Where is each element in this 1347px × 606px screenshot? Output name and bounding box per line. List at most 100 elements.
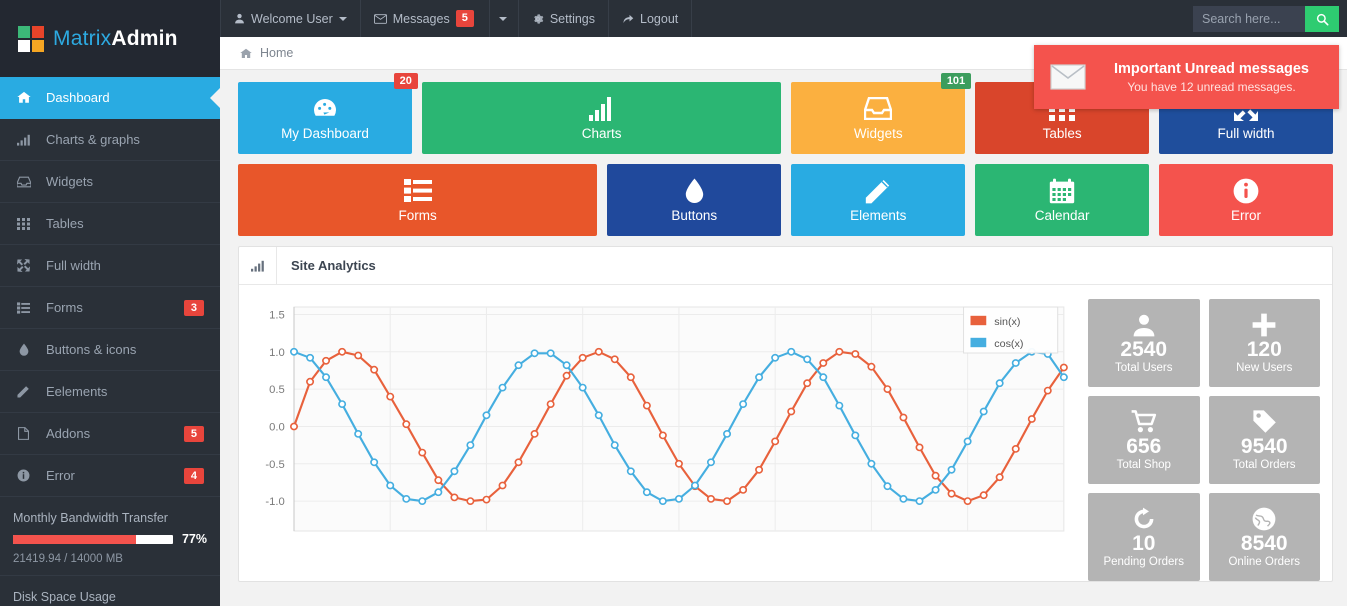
tile-label: Buttons: [671, 208, 718, 223]
sidebar-item-buttons-icons[interactable]: Buttons & icons: [0, 329, 220, 371]
nav-logout[interactable]: Logout: [609, 0, 693, 37]
droplet-icon: [16, 343, 31, 356]
sidebar-item-charts-graphs[interactable]: Charts & graphs: [0, 119, 220, 161]
tile-calendar[interactable]: Calendar: [975, 164, 1150, 236]
sidebar-item-error[interactable]: Error 4: [0, 455, 220, 497]
sidebar-item-label: Tables: [46, 216, 84, 231]
tile-widgets[interactable]: Widgets 101: [791, 73, 972, 154]
search-icon: [1316, 13, 1329, 26]
stat-cards: 2540 Total Users 120 New Users 656 Total Shop…: [1070, 299, 1320, 581]
nav-messages-label: Messages: [392, 11, 450, 26]
top-navbar: MatrixAdmin Welcome User Messages 5 Sett…: [0, 0, 1347, 77]
plus-icon: [1252, 312, 1276, 338]
bar-chart-icon: [239, 247, 277, 284]
sidebar-item-label: Eelements: [46, 384, 108, 399]
tile-label: Error: [1231, 208, 1262, 223]
tile-label: Widgets: [853, 126, 903, 141]
sidebar-item-addons[interactable]: Addons 5: [0, 413, 220, 455]
panel-body: 1.5 1.0 0.5 0.0 -0.5 -1.0 sin(x) cos(x) 2540 Tot…: [239, 285, 1332, 581]
tile-forms[interactable]: Forms: [238, 164, 598, 236]
tile-label: Tables: [1042, 126, 1082, 141]
svg-text:0.5: 0.5: [269, 384, 285, 396]
info-circle-icon: [1233, 177, 1259, 204]
tile-charts[interactable]: Charts: [421, 82, 782, 154]
main-area: Home My Dashboard 20 Charts Widgets 101 Table…: [220, 37, 1347, 606]
sidebar: Dashboard Charts & graphs Widgets Tables: [0, 37, 220, 606]
sidebar-item-full-width[interactable]: Full width: [0, 245, 220, 287]
svg-text:1.0: 1.0: [269, 347, 285, 359]
sidebar-item-widgets[interactable]: Widgets: [0, 161, 220, 203]
chart-canvas: 1.5 1.0 0.5 0.0 -0.5 -1.0 sin(x) cos(x): [265, 306, 1068, 532]
stat-value: 8540: [1240, 531, 1288, 555]
stat-value: 656: [1126, 434, 1162, 458]
envelope-icon: [1050, 64, 1086, 90]
nav-welcome-user[interactable]: Welcome User: [220, 0, 361, 37]
tile-badge: 101: [940, 73, 972, 89]
tile-buttons[interactable]: Buttons: [607, 164, 782, 236]
stat-card-online-orders[interactable]: 8540 Online Orders: [1208, 493, 1320, 581]
svg-text:sin(x): sin(x): [994, 316, 1020, 328]
stat-card-new-users[interactable]: 120 New Users: [1208, 299, 1320, 387]
sidebar-badge: 4: [183, 467, 204, 484]
sidebar-item-eelements[interactable]: Eelements: [0, 371, 220, 413]
stat-card-total-users[interactable]: 2540 Total Users: [1088, 299, 1200, 387]
nav-logout-label: Logout: [640, 11, 679, 26]
stat-value: 9540: [1240, 434, 1288, 458]
page-shell: Dashboard Charts & graphs Widgets Tables: [0, 37, 1347, 606]
user-icon: [234, 13, 245, 24]
svg-text:-1.0: -1.0: [265, 496, 284, 508]
tile-row-2: Forms Buttons Elements Calendar Error: [238, 164, 1334, 236]
file-icon: [16, 427, 31, 440]
tile-label: Full width: [1217, 126, 1275, 141]
nav-settings[interactable]: Settings: [519, 0, 610, 37]
tile-elements[interactable]: Elements: [791, 164, 966, 236]
sidebar-item-label: Forms: [46, 300, 83, 315]
unread-messages-toast[interactable]: Important Unread messages You have 12 un…: [1034, 45, 1339, 109]
stat-label: Pending Orders: [1103, 556, 1185, 569]
bandwidth-meter: Monthly Bandwidth Transfer 77% 21419.94 …: [0, 497, 220, 576]
site-analytics-panel: Site Analytics 1.5 1.0 0.5 0.0 -0.5 -1.0 sin(x…: [238, 246, 1333, 582]
search-input[interactable]: [1193, 6, 1305, 32]
search-box: [1193, 6, 1339, 32]
sidebar-item-forms[interactable]: Forms 3: [0, 287, 220, 329]
list-icon: [403, 177, 432, 204]
brand-title-part1: Matrix: [53, 26, 112, 50]
matrix-logo-icon: [18, 25, 44, 52]
stat-card-pending-orders[interactable]: 10 Pending Orders: [1088, 493, 1200, 581]
bar-chart-icon: [16, 134, 31, 146]
sidebar-item-label: Widgets: [46, 174, 93, 189]
list-icon: [16, 301, 31, 314]
pencil-icon: [865, 177, 891, 204]
cart-icon: [1131, 409, 1157, 435]
tile-label: My Dashboard: [281, 126, 369, 141]
nav-messages[interactable]: Messages 5: [361, 0, 519, 37]
stat-card-total-shop[interactable]: 656 Total Shop: [1088, 396, 1200, 484]
sidebar-item-tables[interactable]: Tables: [0, 203, 220, 245]
tile-label: Charts: [581, 126, 622, 141]
tile-label: Elements: [850, 208, 907, 223]
stat-card-total-orders[interactable]: 9540 Total Orders: [1208, 396, 1320, 484]
disk-meter-title: Disk Space Usage: [13, 590, 116, 604]
brand-title-part2: Admin: [111, 26, 178, 50]
active-pointer-icon: [210, 86, 220, 109]
site-analytics-chart[interactable]: 1.5 1.0 0.5 0.0 -0.5 -1.0 sin(x) cos(x): [251, 299, 1070, 567]
inbox-icon: [864, 95, 893, 122]
sidebar-item-label: Full width: [46, 258, 101, 273]
search-button[interactable]: [1305, 6, 1339, 32]
sidebar-item-label: Error: [46, 468, 75, 483]
panel-title: Site Analytics: [291, 258, 376, 273]
breadcrumb-label[interactable]: Home: [260, 46, 293, 60]
sidebar-item-dashboard[interactable]: Dashboard: [0, 77, 220, 119]
pencil-icon: [16, 385, 31, 398]
sidebar-badge: 5: [183, 425, 204, 442]
brand-logo[interactable]: MatrixAdmin: [0, 0, 220, 77]
tile-error[interactable]: Error: [1159, 164, 1334, 236]
bandwidth-progress-fill: [13, 534, 137, 544]
bandwidth-meter-title: Monthly Bandwidth Transfer: [13, 511, 168, 525]
tile-my-dashboard[interactable]: My Dashboard 20: [238, 73, 418, 154]
nav-messages-dropdown-toggle[interactable]: [488, 0, 518, 37]
svg-text:cos(x): cos(x): [994, 338, 1023, 350]
tile-label: Forms: [398, 208, 437, 223]
tile-badge: 20: [393, 73, 418, 89]
nav-settings-label: Settings: [549, 11, 596, 26]
